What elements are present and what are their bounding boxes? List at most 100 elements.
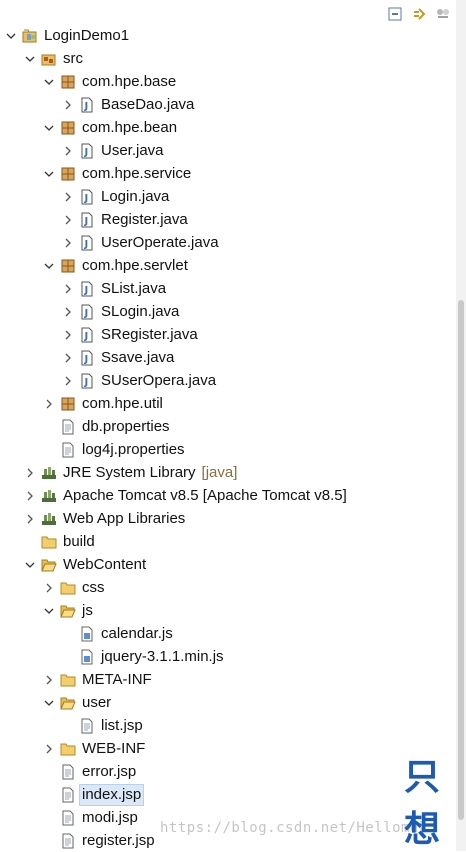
src-folder-node[interactable]: src bbox=[0, 47, 454, 70]
node-label: SUserOpera.java bbox=[101, 371, 217, 389]
chevron-right-icon[interactable] bbox=[61, 300, 75, 323]
folder-node[interactable]: WebContent bbox=[0, 553, 454, 576]
java-file-node[interactable]: J SUserOpera.java bbox=[0, 369, 454, 392]
collapse-all-icon[interactable] bbox=[386, 5, 404, 23]
svg-text:J: J bbox=[84, 377, 89, 388]
java-file-node[interactable]: J SList.java bbox=[0, 277, 454, 300]
java-file-node[interactable]: J SLogin.java bbox=[0, 300, 454, 323]
package-node[interactable]: com.hpe.service bbox=[0, 162, 454, 185]
chevron-right-icon[interactable] bbox=[42, 737, 56, 760]
link-with-editor-icon[interactable] bbox=[410, 5, 428, 23]
java-file-node[interactable]: J Register.java bbox=[0, 208, 454, 231]
library-node[interactable]: JRE System Library [java] bbox=[0, 461, 454, 484]
chevron-right-icon[interactable] bbox=[61, 277, 75, 300]
node-label: user bbox=[82, 693, 112, 711]
java-file-node[interactable]: J UserOperate.java bbox=[0, 231, 454, 254]
svg-text:J: J bbox=[84, 331, 89, 342]
svg-text:J: J bbox=[84, 216, 89, 227]
svg-text:J: J bbox=[84, 147, 89, 158]
package-icon bbox=[60, 396, 76, 412]
file-icon bbox=[60, 764, 76, 780]
java-file-node[interactable]: J SRegister.java bbox=[0, 323, 454, 346]
vertical-scrollbar[interactable] bbox=[456, 0, 466, 851]
folder-node[interactable]: build bbox=[0, 530, 454, 553]
package-node[interactable]: com.hpe.bean bbox=[0, 116, 454, 139]
node-label: calendar.js bbox=[101, 624, 173, 642]
package-node[interactable]: com.hpe.util bbox=[0, 392, 454, 415]
java-file-node[interactable]: J BaseDao.java bbox=[0, 93, 454, 116]
chevron-right-icon[interactable] bbox=[61, 208, 75, 231]
view-menu-icon[interactable] bbox=[434, 5, 452, 23]
chevron-down-icon[interactable] bbox=[23, 47, 37, 70]
node-label: BaseDao.java bbox=[101, 95, 195, 113]
chevron-right-icon[interactable] bbox=[61, 185, 75, 208]
file-node[interactable]: log4j.properties bbox=[0, 438, 454, 461]
jsp-file-node[interactable]: error.jsp bbox=[0, 760, 454, 783]
project-icon bbox=[22, 28, 38, 44]
node-label: register.jsp bbox=[82, 831, 155, 849]
node-label: Register.java bbox=[101, 210, 188, 228]
chevron-right-icon[interactable] bbox=[61, 323, 75, 346]
folder-icon bbox=[60, 580, 76, 596]
folder-node[interactable]: WEB-INF bbox=[0, 737, 454, 760]
chevron-down-icon[interactable] bbox=[42, 116, 56, 139]
file-icon bbox=[60, 810, 76, 826]
chevron-right-icon[interactable] bbox=[61, 346, 75, 369]
chevron-down-icon[interactable] bbox=[4, 24, 18, 47]
node-label: build bbox=[63, 532, 95, 550]
java-file-node[interactable]: J Ssave.java bbox=[0, 346, 454, 369]
jsp-file-node[interactable]: list.jsp bbox=[0, 714, 454, 737]
chevron-down-icon[interactable] bbox=[42, 599, 56, 622]
chevron-down-icon[interactable] bbox=[42, 162, 56, 185]
chevron-down-icon[interactable] bbox=[42, 254, 56, 277]
chevron-right-icon[interactable] bbox=[23, 507, 37, 530]
file-node[interactable]: db.properties bbox=[0, 415, 454, 438]
java-file-icon: J bbox=[79, 281, 95, 297]
java-file-node[interactable]: J Login.java bbox=[0, 185, 454, 208]
scroll-thumb[interactable] bbox=[458, 300, 464, 820]
chevron-right-icon[interactable] bbox=[23, 484, 37, 507]
java-file-node[interactable]: J User.java bbox=[0, 139, 454, 162]
chevron-right-icon[interactable] bbox=[42, 668, 56, 691]
folder-node[interactable]: css bbox=[0, 576, 454, 599]
java-file-icon: J bbox=[79, 235, 95, 251]
node-label: UserOperate.java bbox=[101, 233, 219, 251]
chevron-right-icon[interactable] bbox=[61, 231, 75, 254]
node-label: Web App Libraries bbox=[63, 509, 186, 527]
package-node[interactable]: com.hpe.base bbox=[0, 70, 454, 93]
folder-node[interactable]: user bbox=[0, 691, 454, 714]
java-file-icon: J bbox=[79, 350, 95, 366]
library-node[interactable]: Apache Tomcat v8.5 [Apache Tomcat v8.5] bbox=[0, 484, 454, 507]
open-folder-icon bbox=[60, 603, 76, 619]
chevron-right-icon[interactable] bbox=[61, 369, 75, 392]
chevron-down-icon[interactable] bbox=[42, 691, 56, 714]
package-node[interactable]: com.hpe.servlet bbox=[0, 254, 454, 277]
js-file-node[interactable]: calendar.js bbox=[0, 622, 454, 645]
file-icon bbox=[79, 718, 95, 734]
chevron-right-icon[interactable] bbox=[42, 576, 56, 599]
svg-text:J: J bbox=[84, 101, 89, 112]
library-icon bbox=[41, 465, 57, 481]
folder-node[interactable]: META-INF bbox=[0, 668, 454, 691]
chevron-down-icon[interactable] bbox=[23, 553, 37, 576]
chevron-right-icon[interactable] bbox=[61, 139, 75, 162]
chevron-right-icon[interactable] bbox=[42, 392, 56, 415]
folder-node[interactable]: js bbox=[0, 599, 454, 622]
chevron-right-icon[interactable] bbox=[61, 93, 75, 116]
jsp-file-node[interactable]: index.jsp bbox=[0, 783, 454, 806]
library-node[interactable]: Web App Libraries bbox=[0, 507, 454, 530]
project-node[interactable]: LoginDemo1 bbox=[0, 24, 454, 47]
chevron-right-icon[interactable] bbox=[23, 461, 37, 484]
js-file-icon bbox=[79, 626, 95, 642]
file-icon bbox=[60, 442, 76, 458]
node-label: modi.jsp bbox=[82, 808, 138, 826]
chevron-down-icon[interactable] bbox=[42, 70, 56, 93]
js-file-node[interactable]: jquery-3.1.1.min.js bbox=[0, 645, 454, 668]
